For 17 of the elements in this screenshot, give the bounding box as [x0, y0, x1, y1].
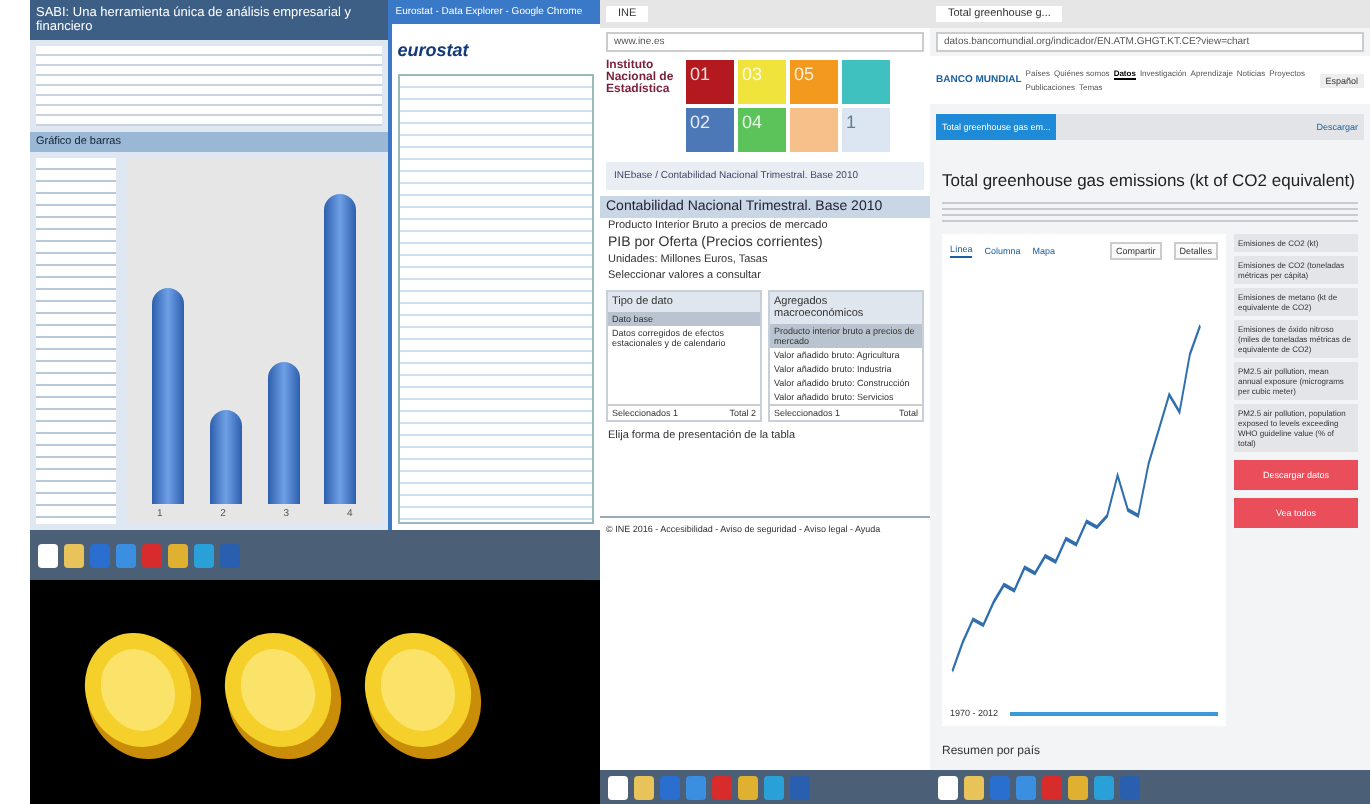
category-tile[interactable]	[790, 108, 838, 152]
taskbar-app-icon[interactable]	[738, 775, 758, 799]
category-tile[interactable]: 01	[686, 60, 734, 104]
taskbar-app-icon[interactable]	[964, 775, 984, 799]
taskbar-app-icon[interactable]	[634, 775, 654, 799]
category-tile[interactable]	[842, 60, 890, 104]
taskbar-app-icon[interactable]	[938, 775, 958, 799]
taskbar-app-icon[interactable]	[38, 543, 58, 567]
taskbar-app-icon[interactable]	[64, 543, 84, 567]
taskbar-app-icon[interactable]	[168, 543, 188, 567]
logo-text: eurostat	[395, 38, 471, 64]
taskbar-app-icon[interactable]	[608, 775, 628, 799]
taskbar-app-icon[interactable]	[1068, 775, 1088, 799]
chart-bar	[210, 409, 242, 504]
category-tile[interactable]: 02	[686, 108, 734, 152]
page-heading: Total greenhouse gas emissions (kt of CO2 equivalent)	[940, 168, 1357, 194]
chart-bar	[267, 362, 300, 504]
